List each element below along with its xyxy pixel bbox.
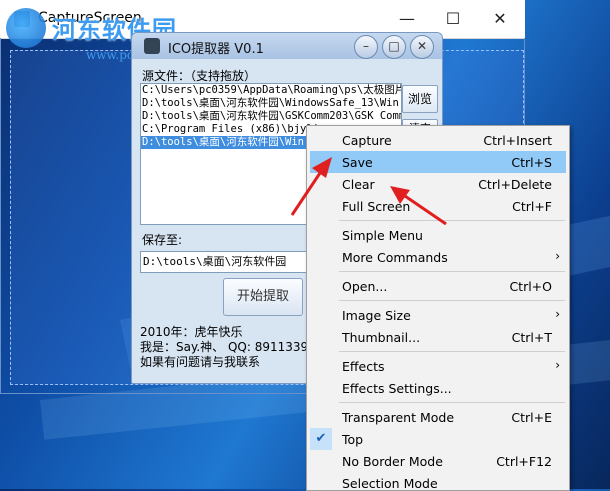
submenu-arrow-icon: › — [555, 307, 560, 321]
ico-app-icon — [144, 38, 160, 54]
menu-item-shortcut: Ctrl+O — [509, 279, 552, 294]
menu-item-shortcut: Ctrl+S — [511, 155, 552, 170]
menu-item-label: Clear — [342, 177, 375, 192]
menu-item-shortcut: Ctrl+F — [512, 199, 552, 214]
menu-item-no-border-mode[interactable]: No Border Mode Ctrl+F12 — [310, 450, 566, 472]
maximize-button[interactable]: ☐ — [430, 4, 476, 34]
menu-item-shortcut: Ctrl+E — [511, 410, 552, 425]
ico-window-title: ICO提取器 V0.1 — [168, 42, 264, 57]
menu-item-save[interactable]: Save Ctrl+S — [310, 151, 566, 173]
menu-item-more-commands[interactable]: More Commands › — [310, 246, 566, 268]
menu-item-transparent-mode[interactable]: Transparent Mode Ctrl+E — [310, 406, 566, 428]
menu-item-selection-mode[interactable]: Selection Mode — [310, 472, 566, 490]
submenu-arrow-icon: › — [555, 358, 560, 372]
info-line: 如果有问题请与我联系 — [140, 355, 261, 369]
list-item[interactable]: C:\Users\pc0359\AppData\Roaming\ps\太极图片 — [141, 84, 401, 97]
menu-item-effects[interactable]: Effects › — [310, 355, 566, 377]
menu-item-capture[interactable]: Capture Ctrl+Insert — [310, 129, 566, 151]
menu-item-label: More Commands — [342, 250, 448, 265]
ico-close-button[interactable]: ✕ — [410, 35, 434, 59]
context-menu: Capture Ctrl+Insert Save Ctrl+S Clear Ct… — [306, 125, 570, 491]
menu-item-label: Thumbnail... — [342, 330, 421, 345]
menu-item-label: No Border Mode — [342, 454, 443, 469]
menu-separator — [339, 220, 565, 221]
menu-item-label: Top — [342, 432, 364, 447]
save-to-label: 保存至: — [142, 233, 183, 247]
menu-item-open[interactable]: Open... Ctrl+O — [310, 275, 566, 297]
menu-separator — [339, 351, 565, 352]
menu-item-label: Open... — [342, 279, 388, 294]
menu-separator — [339, 402, 565, 403]
menu-item-shortcut: Ctrl+Delete — [478, 177, 552, 192]
menu-item-effects-settings[interactable]: Effects Settings... — [310, 377, 566, 399]
start-extract-button[interactable]: 开始提取 — [223, 278, 303, 316]
source-label: 源文件：（支持拖放） — [142, 69, 257, 83]
menu-item-full-screen[interactable]: Full Screen Ctrl+F — [310, 195, 566, 217]
menu-item-image-size[interactable]: Image Size › — [310, 304, 566, 326]
menu-item-label: Effects Settings... — [342, 381, 452, 396]
menu-item-label: Capture — [342, 133, 392, 148]
menu-item-label: Full Screen — [342, 199, 411, 214]
menu-item-label: Simple Menu — [342, 228, 423, 243]
browse-button[interactable]: 浏览 — [402, 85, 438, 113]
menu-item-top[interactable]: ✔ Top — [310, 428, 566, 450]
ico-maximize-button[interactable]: □ — [382, 35, 406, 59]
menu-separator — [339, 300, 565, 301]
menu-item-label: Transparent Mode — [342, 410, 455, 425]
minimize-button[interactable]: — — [384, 4, 430, 34]
menu-item-label: Image Size — [342, 308, 411, 323]
submenu-arrow-icon: › — [555, 249, 560, 263]
menu-item-label: Effects — [342, 359, 385, 374]
menu-item-shortcut: Ctrl+F12 — [496, 454, 552, 469]
menu-separator — [339, 271, 565, 272]
menu-item-shortcut: Ctrl+T — [511, 330, 552, 345]
menu-item-simple-menu[interactable]: Simple Menu — [310, 224, 566, 246]
close-button[interactable]: ✕ — [477, 4, 523, 34]
menu-item-label: Save — [342, 155, 373, 170]
checkmark-icon: ✔ — [310, 428, 332, 450]
menu-item-clear[interactable]: Clear Ctrl+Delete — [310, 173, 566, 195]
save-path-field[interactable]: D:\tools\桌面\河东软件园 — [140, 251, 314, 273]
watermark-logo-icon — [6, 8, 46, 48]
list-item[interactable]: D:\tools\桌面\河东软件园\GSKComm203\GSK Comm — [141, 110, 401, 123]
list-item[interactable]: D:\tools\桌面\河东软件园\WindowsSafe_13\Win — [141, 97, 401, 110]
menu-item-thumbnail[interactable]: Thumbnail... Ctrl+T — [310, 326, 566, 348]
menu-item-shortcut: Ctrl+Insert — [483, 133, 552, 148]
ico-minimize-button[interactable]: – — [354, 35, 378, 59]
